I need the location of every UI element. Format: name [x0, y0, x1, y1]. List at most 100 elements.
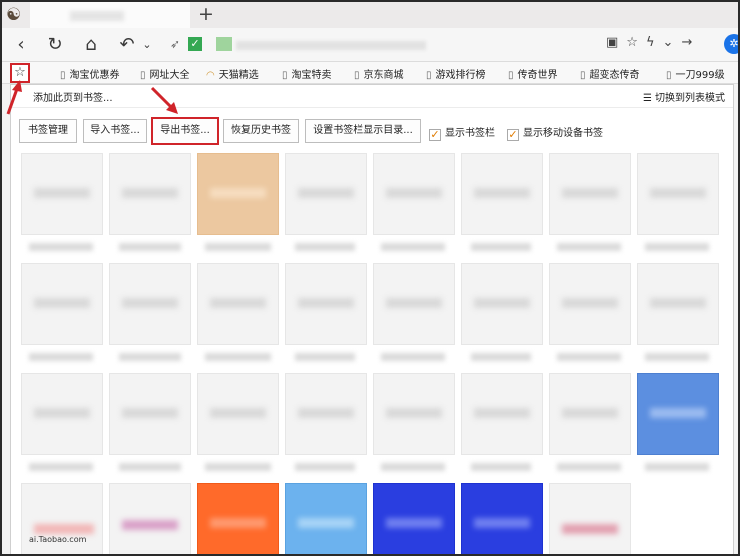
bookmark-thumbnail[interactable] — [373, 373, 455, 455]
thumbnail-blur — [562, 408, 618, 418]
bookmark-item[interactable]: ◠ 天猫精选 — [206, 66, 259, 81]
bookmark-label: 超变态传奇 — [589, 70, 640, 81]
bookmark-thumbnail[interactable] — [373, 483, 455, 554]
bookmark-item[interactable]: ▯ 游戏排行榜 — [426, 66, 486, 81]
bookmark-thumbnail[interactable] — [461, 153, 543, 235]
bookmark-thumbnail[interactable] — [373, 153, 455, 235]
thumbnail-blur — [298, 518, 354, 528]
bookmark-thumbnail[interactable] — [109, 373, 191, 455]
bookmark-item[interactable]: ▯ 淘宝优惠券 — [60, 66, 120, 81]
bookmark-label: 京东商城 — [363, 70, 404, 81]
bolt-icon[interactable]: ϟ — [646, 35, 663, 50]
bookmark-thumbnail[interactable] — [109, 483, 191, 554]
bookmark-thumbnail[interactable] — [21, 263, 103, 345]
thumbnail-caption-blurred — [29, 463, 93, 471]
thumbnail-blur — [650, 298, 706, 308]
show-bookmark-bar-checkbox[interactable]: ✓ 显示书签栏 — [429, 124, 495, 141]
home-icon[interactable]: ⌂ — [80, 34, 102, 56]
browser-window: ☯ + ‹ ↻ ⌂ ↶ ⌄ ➶ ✓ ▣☆ϟ⌄→ ✲ ☆ ▯ 淘宝优惠券 ▯ 网址大全… — [2, 2, 738, 554]
bookmark-thumbnail[interactable] — [285, 373, 367, 455]
tmall-icon: ◠ — [206, 70, 215, 81]
thumbnail-blur — [562, 524, 618, 534]
bookmark-thumbnail[interactable] — [109, 263, 191, 345]
bookmark-item[interactable]: ▯ 一刀999级 — [666, 66, 725, 81]
annotation-arrow-export — [150, 86, 178, 114]
bookmark-thumbnail[interactable] — [637, 263, 719, 345]
forward-icon[interactable]: → — [681, 35, 700, 50]
bookmark-thumbnail[interactable] — [285, 483, 367, 554]
annotation-arrow-star — [6, 80, 22, 115]
bookmark-thumbnail[interactable] — [197, 263, 279, 345]
page-icon: ▯ — [140, 70, 146, 81]
bookmark-thumbnail[interactable] — [197, 373, 279, 455]
bookmark-label: 淘宝特卖 — [291, 70, 332, 81]
profile-avatar-icon[interactable]: ✲ — [724, 34, 738, 54]
bookmark-thumbnail[interactable] — [197, 483, 279, 554]
bookmark-thumbnail[interactable] — [461, 373, 543, 455]
bookmark-thumbnail[interactable] — [285, 153, 367, 235]
bookmark-thumbnail[interactable] — [197, 153, 279, 235]
page-icon: ▯ — [354, 70, 360, 81]
thumbnail-blur — [210, 408, 266, 418]
qr-code-icon[interactable]: ▣ — [606, 35, 626, 50]
bookmark-thumbnail[interactable] — [461, 263, 543, 345]
bookmark-item[interactable]: ▯ 传奇世界 — [508, 66, 558, 81]
bookmark-item[interactable]: ▯ 京东商城 — [354, 66, 404, 81]
thumbnail-caption-blurred — [119, 463, 181, 471]
star-icon[interactable]: ☆ — [626, 35, 646, 50]
thumbnail-blur — [474, 408, 530, 418]
thumbnail-caption-blurred — [29, 353, 93, 361]
chevron-down-icon[interactable]: ⌄ — [663, 35, 682, 50]
bookmark-item[interactable]: ▯ 淘宝特卖 — [282, 66, 332, 81]
bookmark-thumbnail[interactable] — [285, 263, 367, 345]
tab-bar: ☯ + — [2, 2, 738, 28]
bookmark-bar-settings-button[interactable]: 设置书签栏显示目录... — [305, 119, 421, 143]
undo-menu-chevron-icon[interactable]: ⌄ — [136, 34, 158, 56]
switch-to-list-mode[interactable]: ☰ 切换到列表模式 — [643, 89, 725, 104]
add-page-to-bookmarks[interactable]: 添加此页到书签... — [33, 89, 113, 104]
page-icon: ▯ — [508, 70, 514, 81]
thumbnail-caption-blurred — [381, 463, 445, 471]
bookmark-thumbnail[interactable] — [549, 153, 631, 235]
bookmark-thumbnail[interactable] — [549, 263, 631, 345]
bookmark-thumbnail[interactable] — [637, 153, 719, 235]
manage-bookmarks-button[interactable]: 书签管理 — [19, 119, 77, 143]
bookmark-thumbnail[interactable] — [373, 263, 455, 345]
bookmark-label: 一刀999级 — [675, 70, 725, 81]
thumbnail-blur — [474, 298, 530, 308]
thumbnail-caption: ai.Taobao.com — [29, 535, 87, 544]
bookmark-thumbnail[interactable] — [637, 373, 719, 455]
bookmark-thumbnail[interactable] — [461, 483, 543, 554]
bookmark-thumbnail[interactable] — [21, 373, 103, 455]
bookmark-item[interactable]: ▯ 网址大全 — [140, 66, 190, 81]
bookmark-label: 传奇世界 — [517, 70, 558, 81]
checkbox-label: 显示书签栏 — [445, 128, 495, 139]
thumbnail-blur — [298, 188, 354, 198]
thumbnail-caption-blurred — [557, 353, 621, 361]
thumbnail-blur — [386, 408, 442, 418]
bookmark-thumbnail[interactable] — [109, 153, 191, 235]
import-bookmarks-button[interactable]: 导入书签... — [83, 119, 147, 143]
refresh-icon[interactable]: ↻ — [44, 34, 66, 56]
bookmarks-bar: ☆ ▯ 淘宝优惠券 ▯ 网址大全 ◠ 天猫精选 ▯ 淘宝特卖 ▯ 京东商城 ▯ 游戏排行榜 … — [2, 62, 738, 84]
rocket-icon: ➶ — [170, 37, 181, 51]
thumbnail-caption-blurred — [557, 463, 621, 471]
bookmark-item[interactable]: ▯ 超变态传奇 — [580, 66, 640, 81]
thumbnail-blur — [122, 298, 178, 308]
bookmark-label: 淘宝优惠券 — [69, 70, 120, 81]
thumbnail-caption-blurred — [295, 463, 355, 471]
bookmark-thumbnail[interactable] — [549, 483, 631, 554]
bookmark-thumbnail[interactable] — [21, 153, 103, 235]
active-tab[interactable] — [30, 2, 190, 28]
new-tab-plus-icon[interactable]: + — [198, 3, 214, 25]
restore-history-bookmarks-button[interactable]: 恢复历史书签 — [223, 119, 299, 143]
show-mobile-bookmarks-checkbox[interactable]: ✓ 显示移动设备书签 — [507, 124, 603, 141]
back-icon[interactable]: ‹ — [10, 34, 32, 56]
thumbnail-blur — [210, 298, 266, 308]
thumbnail-blur — [562, 298, 618, 308]
thumbnail-blur — [34, 188, 90, 198]
bookmark-thumbnail[interactable] — [549, 373, 631, 455]
thumbnail-caption-blurred — [645, 463, 709, 471]
squirrel-logo-icon: ☯ — [6, 5, 22, 25]
undo-icon[interactable]: ↶ — [116, 34, 138, 56]
